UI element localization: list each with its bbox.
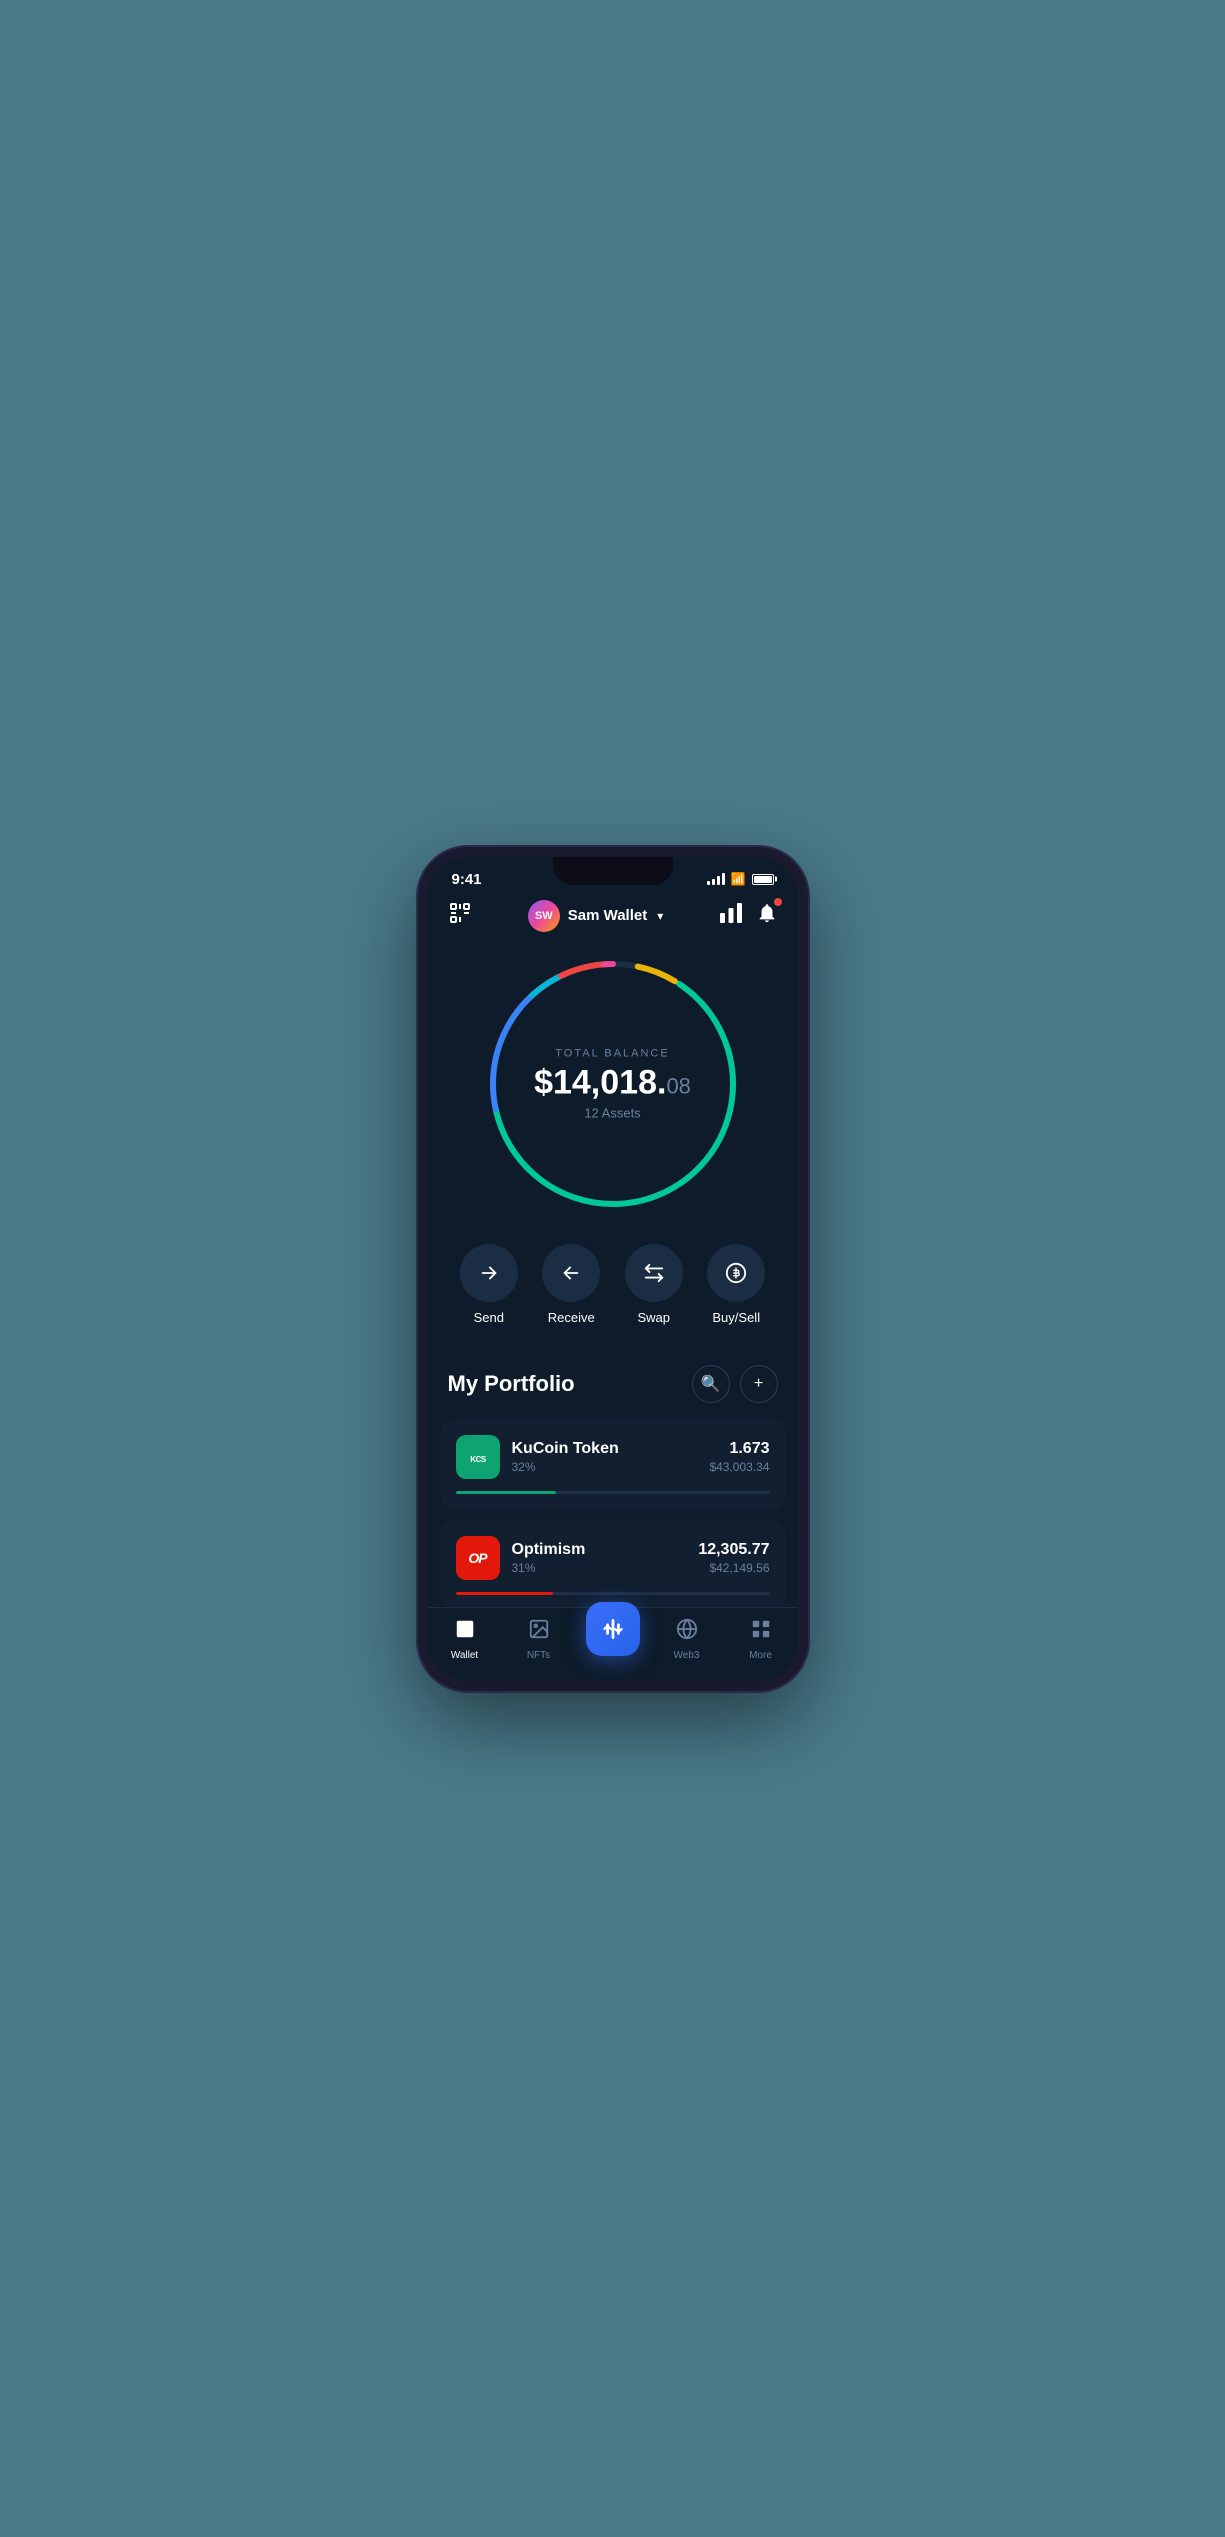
- bottom-nav: Wallet NFTs: [428, 1607, 798, 1681]
- balance-section: TOTAL BALANCE $14,018.08 12 Assets: [428, 944, 798, 1234]
- wallet-nav-icon: [454, 1618, 476, 1646]
- balance-cents: 08: [666, 1073, 690, 1098]
- asset-card-optimism[interactable]: OP Optimism 31% 12,305.77 $42,149.56: [440, 1520, 786, 1611]
- asset-card-kucoin[interactable]: KCS KuCoin Token 32% 1.673 $43,003.34: [440, 1419, 786, 1510]
- avatar: SW: [528, 900, 560, 932]
- balance-circle: TOTAL BALANCE $14,018.08 12 Assets: [483, 954, 743, 1214]
- swap-button[interactable]: [625, 1244, 683, 1302]
- buysell-button[interactable]: [707, 1244, 765, 1302]
- nav-web3[interactable]: Web3: [650, 1618, 724, 1661]
- more-nav-icon: [750, 1618, 772, 1646]
- search-button[interactable]: 🔍: [692, 1365, 730, 1403]
- kucoin-amount: 1.673: [709, 1440, 769, 1458]
- svg-text:KCS: KCS: [470, 1455, 487, 1464]
- asset-row: OP Optimism 31% 12,305.77 $42,149.56: [456, 1536, 770, 1580]
- screen: 9:41 📶: [428, 857, 798, 1681]
- swap-action[interactable]: Swap: [625, 1244, 683, 1325]
- swap-label: Swap: [637, 1310, 670, 1325]
- scan-icon[interactable]: [448, 901, 472, 931]
- kucoin-pct: 32%: [512, 1460, 619, 1474]
- nfts-nav-label: NFTs: [527, 1650, 550, 1661]
- optimism-bar: [456, 1592, 553, 1595]
- kucoin-name: KuCoin Token: [512, 1440, 619, 1458]
- send-label: Send: [474, 1310, 504, 1325]
- battery-icon: [752, 874, 774, 885]
- phone-frame: 9:41 📶: [418, 847, 808, 1691]
- portfolio-header: My Portfolio 🔍 +: [428, 1355, 798, 1419]
- balance-amount: $14,018.08: [523, 1065, 703, 1099]
- wallet-selector[interactable]: SW Sam Wallet ▾: [528, 900, 664, 932]
- kucoin-bar-container: [456, 1491, 770, 1494]
- send-action[interactable]: Send: [460, 1244, 518, 1325]
- wifi-icon: 📶: [731, 872, 746, 886]
- receive-button[interactable]: [542, 1244, 600, 1302]
- optimism-pct: 31%: [512, 1561, 586, 1575]
- signal-icon: [707, 873, 725, 885]
- buysell-action[interactable]: Buy/Sell: [707, 1244, 765, 1325]
- more-nav-label: More: [749, 1650, 772, 1661]
- wallet-name: Sam Wallet: [568, 907, 647, 924]
- balance-assets: 12 Assets: [523, 1105, 703, 1120]
- balance-label: TOTAL BALANCE: [523, 1047, 703, 1059]
- status-icons: 📶: [707, 872, 774, 886]
- buysell-label: Buy/Sell: [712, 1310, 760, 1325]
- asset-row: KCS KuCoin Token 32% 1.673 $43,003.34: [456, 1435, 770, 1479]
- notification-badge: [774, 898, 782, 906]
- nfts-nav-icon: [528, 1618, 550, 1646]
- add-asset-button[interactable]: +: [740, 1365, 778, 1403]
- optimism-usd: $42,149.56: [698, 1561, 769, 1575]
- asset-left: KCS KuCoin Token 32%: [456, 1435, 619, 1479]
- nav-center[interactable]: [576, 1622, 650, 1656]
- nav-wallet[interactable]: Wallet: [428, 1618, 502, 1661]
- asset-left: OP Optimism 31%: [456, 1536, 586, 1580]
- nav-more[interactable]: More: [724, 1618, 798, 1661]
- web3-nav-icon: [676, 1618, 698, 1646]
- optimism-info: Optimism 31%: [512, 1541, 586, 1575]
- chevron-down-icon: ▾: [657, 909, 663, 923]
- kucoin-usd: $43,003.34: [709, 1460, 769, 1474]
- center-action-button[interactable]: [586, 1602, 640, 1656]
- action-buttons: Send Receive Swap: [428, 1234, 798, 1355]
- optimism-amounts: 12,305.77 $42,149.56: [698, 1541, 769, 1575]
- optimism-bar-container: [456, 1592, 770, 1595]
- kucoin-info: KuCoin Token 32%: [512, 1440, 619, 1474]
- wallet-nav-label: Wallet: [451, 1650, 478, 1661]
- send-button[interactable]: [460, 1244, 518, 1302]
- kucoin-icon: KCS: [456, 1435, 500, 1479]
- portfolio-title: My Portfolio: [448, 1371, 575, 1397]
- nav-nfts[interactable]: NFTs: [502, 1618, 576, 1661]
- kucoin-bar: [456, 1491, 556, 1494]
- receive-label: Receive: [548, 1310, 595, 1325]
- optimism-name: Optimism: [512, 1541, 586, 1559]
- optimism-amount: 12,305.77: [698, 1541, 769, 1559]
- chart-icon[interactable]: [720, 903, 742, 928]
- receive-action[interactable]: Receive: [542, 1244, 600, 1325]
- notification-icon[interactable]: [756, 902, 778, 929]
- assets-list: KCS KuCoin Token 32% 1.673 $43,003.34: [428, 1419, 798, 1611]
- phone-notch: [553, 857, 673, 885]
- web3-nav-label: Web3: [674, 1650, 700, 1661]
- portfolio-actions: 🔍 +: [692, 1365, 778, 1403]
- header: SW Sam Wallet ▾: [428, 888, 798, 944]
- balance-info: TOTAL BALANCE $14,018.08 12 Assets: [523, 1047, 703, 1120]
- kucoin-amounts: 1.673 $43,003.34: [709, 1440, 769, 1474]
- status-time: 9:41: [452, 871, 482, 888]
- header-actions: [720, 902, 778, 929]
- optimism-icon: OP: [456, 1536, 500, 1580]
